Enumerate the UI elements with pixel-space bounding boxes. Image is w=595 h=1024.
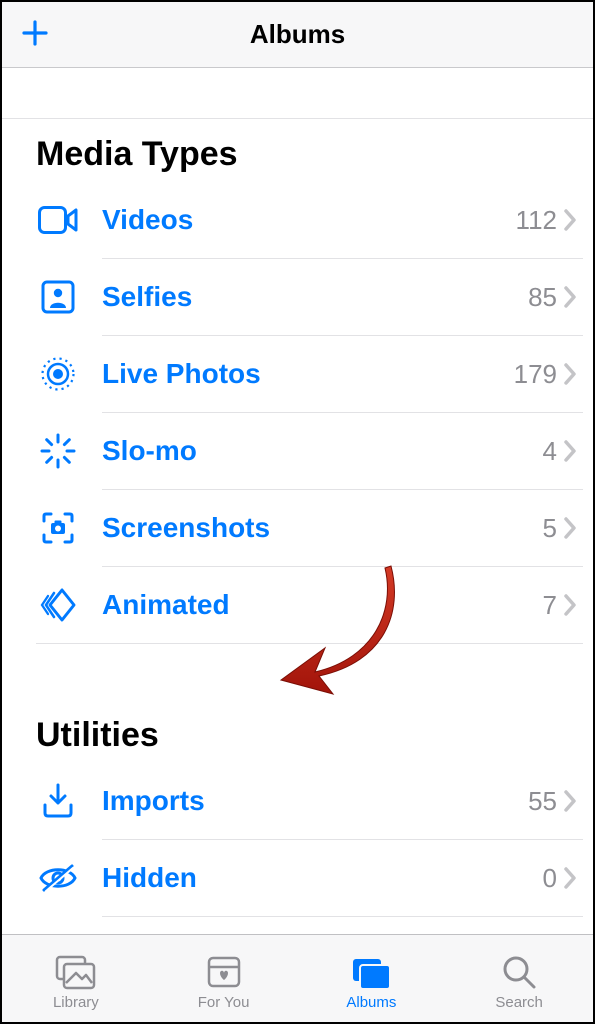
row-label: Live Photos	[80, 358, 514, 390]
row-screenshots[interactable]: Screenshots 5	[2, 490, 593, 566]
row-label: Imports	[80, 785, 528, 817]
divider	[36, 643, 583, 644]
divider	[102, 916, 583, 917]
tab-label: Albums	[346, 994, 396, 1011]
chevron-right-icon	[557, 867, 583, 889]
tab-search[interactable]: Search	[445, 946, 593, 1011]
video-icon	[36, 206, 80, 234]
media-types-list: Videos 112 Selfies 85	[2, 182, 593, 644]
chevron-right-icon	[557, 440, 583, 462]
row-count: 85	[528, 282, 557, 313]
row-count: 7	[543, 590, 557, 621]
tab-label: Search	[495, 994, 543, 1011]
row-imports[interactable]: Imports 55	[2, 763, 593, 839]
utilities-list: Imports 55 Hidden 0	[2, 763, 593, 917]
chevron-right-icon	[557, 286, 583, 308]
navigation-bar: Albums	[2, 2, 593, 68]
tab-for-you[interactable]: For You	[150, 946, 298, 1011]
row-label: Hidden	[80, 862, 543, 894]
screenshot-icon	[36, 510, 80, 546]
add-button[interactable]	[20, 15, 50, 55]
library-icon	[54, 952, 98, 992]
tab-albums[interactable]: Albums	[298, 946, 446, 1011]
tab-bar: Library For You Albums Search	[2, 934, 593, 1022]
row-label: Videos	[80, 204, 516, 236]
row-videos[interactable]: Videos 112	[2, 182, 593, 258]
animated-icon	[36, 587, 80, 623]
chevron-right-icon	[557, 790, 583, 812]
row-count: 0	[543, 863, 557, 894]
for-you-icon	[202, 952, 246, 992]
chevron-right-icon	[557, 363, 583, 385]
albums-icon	[349, 952, 393, 992]
hidden-icon	[36, 863, 80, 893]
row-label: Selfies	[80, 281, 528, 313]
slomo-icon	[36, 433, 80, 469]
chevron-right-icon	[557, 517, 583, 539]
section-title-media-types: Media Types	[2, 119, 593, 182]
section-title-utilities: Utilities	[2, 700, 593, 763]
chevron-right-icon	[557, 594, 583, 616]
tab-label: For You	[198, 994, 250, 1011]
row-count: 112	[516, 205, 557, 236]
tab-label: Library	[53, 994, 99, 1011]
row-count: 55	[528, 786, 557, 817]
row-animated[interactable]: Animated 7	[2, 567, 593, 643]
imports-icon	[36, 783, 80, 819]
chevron-right-icon	[557, 209, 583, 231]
search-icon	[497, 952, 541, 992]
row-live-photos[interactable]: Live Photos 179	[2, 336, 593, 412]
row-label: Animated	[80, 589, 543, 621]
row-count: 5	[543, 513, 557, 544]
row-label: Screenshots	[80, 512, 543, 544]
row-count: 179	[514, 359, 557, 390]
selfie-icon	[36, 280, 80, 314]
row-selfies[interactable]: Selfies 85	[2, 259, 593, 335]
row-count: 4	[543, 436, 557, 467]
live-photo-icon	[36, 356, 80, 392]
row-slo-mo[interactable]: Slo-mo 4	[2, 413, 593, 489]
content-scroll: Media Types Videos 112	[2, 68, 593, 934]
row-hidden[interactable]: Hidden 0	[2, 840, 593, 916]
tab-library[interactable]: Library	[2, 946, 150, 1011]
row-label: Slo-mo	[80, 435, 543, 467]
page-title: Albums	[250, 19, 345, 50]
